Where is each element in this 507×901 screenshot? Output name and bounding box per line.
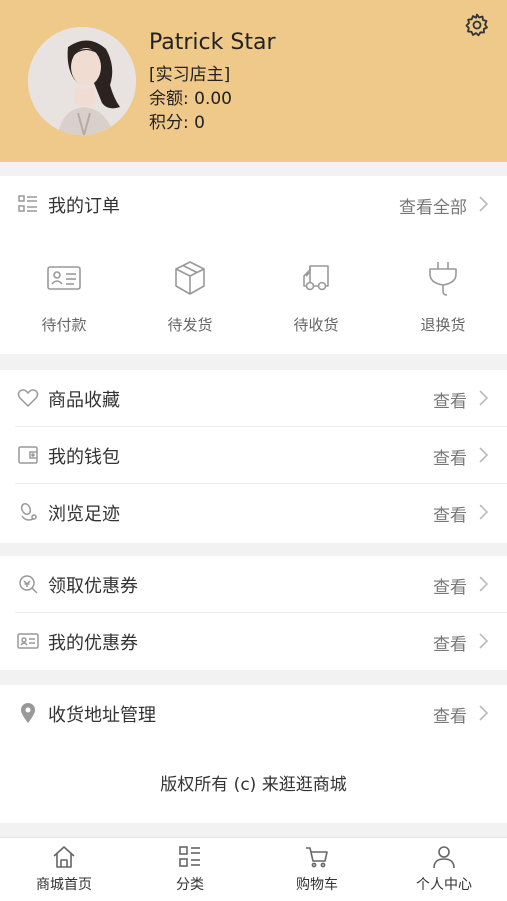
tab-label: 购物车 [296, 877, 338, 893]
user-balance: 余额: 0.00 [149, 89, 232, 109]
address-card: 收货地址管理 查看 版权所有 (c) 来逛逛商城 [0, 685, 507, 823]
chevron-right-icon [478, 504, 488, 520]
chevron-right-icon [478, 447, 488, 463]
coupons-card: 领取优惠券 查看 我的优惠券 查看 [0, 556, 507, 670]
chevron-right-icon [478, 633, 488, 649]
wallet-row[interactable]: 我的钱包 查看 [0, 427, 507, 484]
wallet-label: 我的钱包 [48, 447, 120, 468]
tab-label: 个人中心 [416, 877, 472, 893]
person-icon [431, 844, 457, 870]
cart-icon [304, 844, 330, 870]
get-coupons-label: 领取优惠券 [48, 576, 138, 597]
package-box-icon [170, 258, 210, 298]
view-all-orders-link[interactable]: 查看全部 [399, 193, 467, 218]
my-coupons-row[interactable]: 我的优惠券 查看 [0, 613, 507, 670]
bottom-tab-bar: 商城首页 分类 购物车 个人中心 [0, 837, 507, 901]
orders-card: 我的订单 查看全部 待付款 待发货 待收货 退换货 [0, 176, 507, 354]
footprint-icon [17, 501, 39, 523]
tab-label: 商城首页 [36, 877, 92, 893]
get-coupons-row[interactable]: 领取优惠券 查看 [0, 556, 507, 613]
order-status-returns[interactable]: 退换货 [380, 258, 506, 335]
favorites-row[interactable]: 商品收藏 查看 [0, 370, 507, 427]
settings-gear-icon[interactable] [464, 12, 490, 38]
coupon-search-icon [17, 573, 39, 595]
order-status-label: 待发货 [167, 316, 213, 334]
address-row[interactable]: 收货地址管理 查看 [0, 685, 507, 742]
order-list-icon [17, 193, 39, 215]
chevron-right-icon [478, 705, 488, 721]
history-row[interactable]: 浏览足迹 查看 [0, 484, 507, 541]
history-view-link[interactable]: 查看 [433, 501, 467, 526]
favorites-view-link[interactable]: 查看 [433, 387, 467, 412]
my-coupons-view-link[interactable]: 查看 [433, 630, 467, 655]
orders-row[interactable]: 我的订单 查看全部 [0, 176, 507, 233]
coupon-card-icon [17, 630, 39, 652]
return-plug-icon [423, 258, 463, 298]
order-status-pending-payment[interactable]: 待付款 [1, 258, 127, 335]
delivery-truck-icon [296, 258, 336, 298]
order-status-to-receive[interactable]: 待收货 [253, 258, 379, 335]
heart-icon [17, 387, 39, 409]
category-list-icon [177, 844, 203, 870]
account-card: 商品收藏 查看 我的钱包 查看 浏览足迹 查看 [0, 370, 507, 543]
chevron-right-icon [478, 576, 488, 592]
get-coupons-view-link[interactable]: 查看 [433, 573, 467, 598]
profile-header: Patrick Star [实习店主] 余额: 0.00 积分: 0 [0, 0, 507, 162]
user-name: Patrick Star [149, 30, 283, 55]
tab-label: 分类 [176, 877, 204, 893]
home-icon [51, 844, 77, 870]
order-status-label: 退换货 [420, 316, 466, 334]
history-label: 浏览足迹 [48, 504, 120, 525]
order-status-label: 待收货 [293, 316, 339, 334]
order-status-to-ship[interactable]: 待发货 [127, 258, 253, 335]
tab-cart[interactable]: 购物车 [254, 838, 380, 901]
avatar[interactable] [28, 27, 136, 135]
tab-profile[interactable]: 个人中心 [381, 838, 507, 901]
chevron-right-icon [478, 196, 488, 212]
user-role: [实习店主] [149, 65, 231, 85]
location-pin-icon [17, 702, 39, 724]
my-coupons-label: 我的优惠券 [48, 633, 138, 654]
copyright-text: 版权所有 (c) 来逛逛商城 [160, 775, 347, 795]
favorites-label: 商品收藏 [48, 390, 120, 411]
address-view-link[interactable]: 查看 [433, 702, 467, 727]
address-label: 收货地址管理 [48, 705, 156, 726]
tab-home[interactable]: 商城首页 [1, 838, 127, 901]
orders-title: 我的订单 [48, 196, 120, 217]
tab-categories[interactable]: 分类 [127, 838, 253, 901]
wallet-view-link[interactable]: 查看 [433, 444, 467, 469]
wallet-icon [17, 444, 39, 466]
chevron-right-icon [478, 390, 488, 406]
user-points: 积分: 0 [149, 113, 205, 133]
wallet-card-icon [44, 258, 84, 298]
order-status-label: 待付款 [41, 316, 87, 334]
